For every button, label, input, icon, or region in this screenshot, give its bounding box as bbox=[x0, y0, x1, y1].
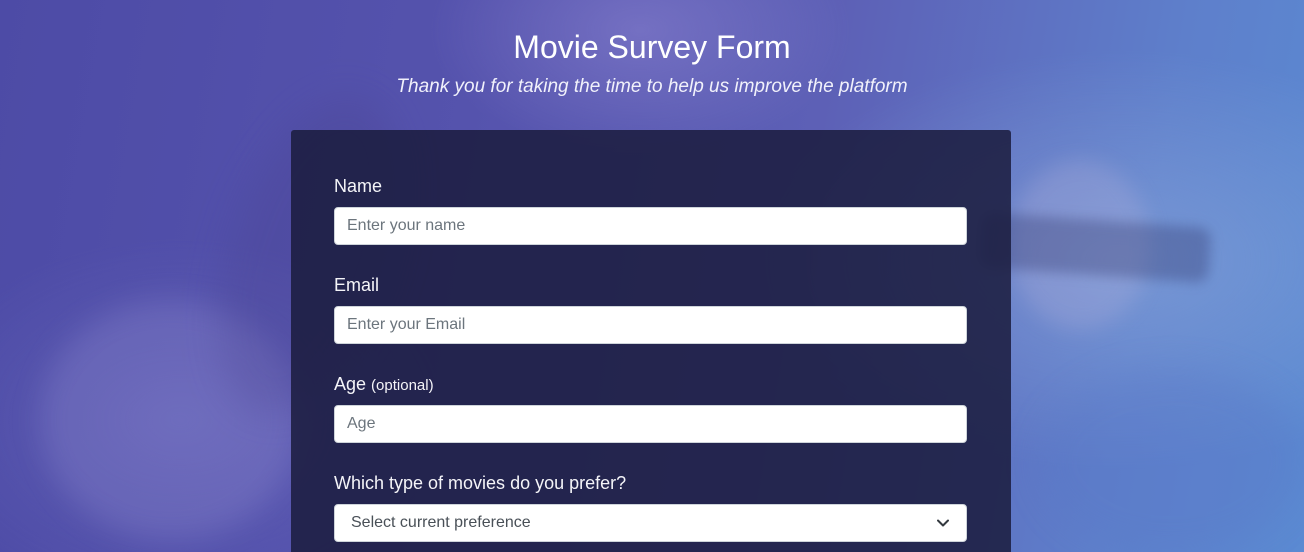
background-blur-shape bbox=[40, 300, 300, 540]
age-field-group: Age (optional) bbox=[334, 373, 967, 443]
preference-dropdown[interactable]: Select current preference bbox=[334, 504, 967, 542]
age-label: Age (optional) bbox=[334, 373, 967, 397]
preference-field-group: Which type of movies do you prefer? Sele… bbox=[334, 472, 967, 542]
email-input[interactable] bbox=[334, 306, 967, 344]
preference-selected-value: Select current preference bbox=[351, 514, 531, 531]
background-blur-shape bbox=[1010, 160, 1150, 330]
name-field-group: Name bbox=[334, 175, 967, 245]
page-subtitle: Thank you for taking the time to help us… bbox=[396, 76, 908, 97]
age-label-text: Age bbox=[334, 374, 367, 394]
preference-label: Which type of movies do you prefer? bbox=[334, 473, 627, 493]
background-remote-shape bbox=[978, 212, 1212, 283]
name-input[interactable] bbox=[334, 207, 967, 245]
background-blur-shape bbox=[1040, 370, 1304, 552]
survey-form: Name Email Age (optional) Which type of … bbox=[291, 130, 1011, 552]
chevron-down-icon bbox=[936, 516, 950, 530]
optional-tag: (optional) bbox=[371, 377, 434, 394]
age-input[interactable] bbox=[334, 405, 967, 443]
email-field-group: Email bbox=[334, 274, 967, 344]
name-label: Name bbox=[334, 176, 383, 196]
email-label: Email bbox=[334, 275, 380, 295]
page-title: Movie Survey Form bbox=[513, 29, 791, 65]
